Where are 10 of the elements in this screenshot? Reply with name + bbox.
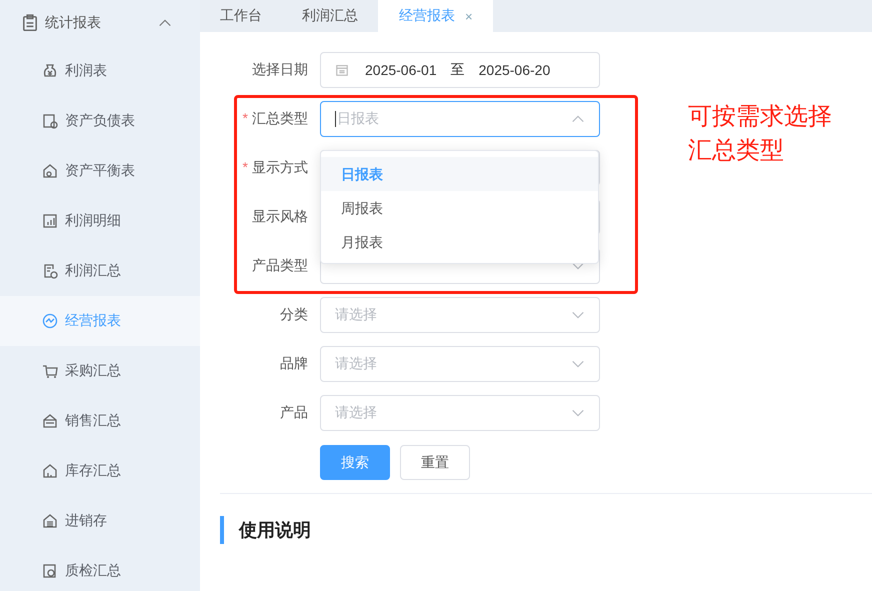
field-label: * 汇总类型 <box>242 110 308 126</box>
annotation-text: 可按需求选择汇总类型 <box>688 102 833 166</box>
field-label: 分类 <box>280 306 308 322</box>
field-label: 显示风格 <box>252 208 308 224</box>
section-title: 使用说明 <box>239 519 311 542</box>
field-label: 品牌 <box>280 355 308 371</box>
field-label: 产品 <box>280 404 308 420</box>
field-label: 产品类型 <box>252 257 308 273</box>
field-label: 选择日期 <box>252 61 308 77</box>
field-label: * 显示方式 <box>242 159 308 175</box>
